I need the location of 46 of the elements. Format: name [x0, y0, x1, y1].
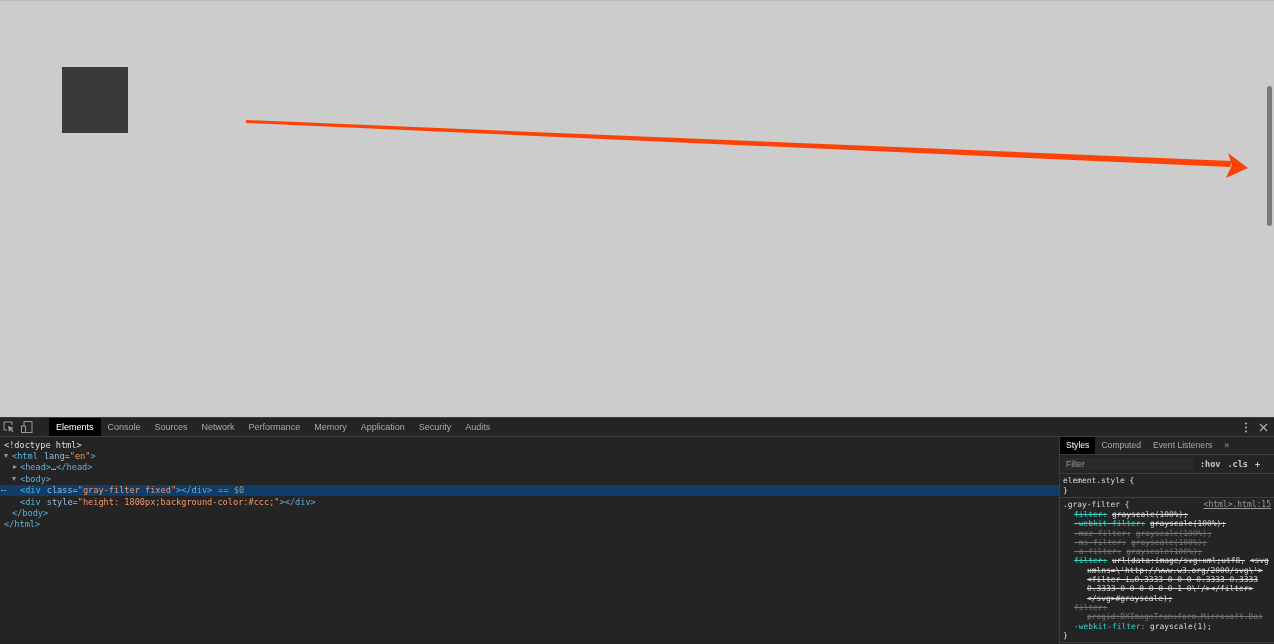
panel-tab[interactable]: Application	[353, 418, 412, 436]
toolbar-button[interactable]: +	[1254, 459, 1261, 469]
panel-tab[interactable]: Sources	[147, 418, 195, 436]
panel-tab[interactable]: Security	[411, 418, 459, 436]
markup-text: <!doctype html>	[4, 439, 82, 450]
scrollbar-thumb[interactable]	[1267, 86, 1272, 226]
ellipsis-icon	[1, 489, 6, 492]
dark-square	[62, 67, 128, 133]
selected-row[interactable]: <div class="gray-filter fixed"></div> == $0	[0, 484, 1059, 496]
tag-name: ></div>	[279, 496, 316, 507]
close-icon[interactable]	[1259, 422, 1268, 432]
toolbar-button[interactable]: .cls	[1227, 459, 1248, 469]
inspect-icon[interactable]	[3, 421, 15, 433]
tag-name: >	[90, 451, 96, 462]
sidebar-tab[interactable]: Computed	[1095, 437, 1148, 454]
filter-field[interactable]: Filter	[1063, 458, 1193, 470]
attribute-name: class=	[46, 485, 78, 496]
attribute-value: "en"	[69, 451, 91, 462]
menu-icon[interactable]	[1244, 421, 1248, 433]
attribute-name: style=	[46, 496, 78, 507]
panel-tab[interactable]: Performance	[241, 418, 308, 436]
panel-tab[interactable]: Network	[194, 418, 242, 436]
tag-name: </body>	[12, 508, 49, 519]
markup-text: …	[51, 462, 57, 473]
sidebar-tab[interactable]: Styles	[1060, 437, 1096, 454]
device-icon[interactable]	[21, 421, 33, 433]
toolbar-button[interactable]: :hov	[1200, 459, 1221, 469]
attribute-value: "gray-filter fixed"	[77, 485, 177, 496]
panel-tab[interactable]: Elements	[49, 418, 101, 436]
attribute-value: "height: 1800px;background-color:#ccc;"	[77, 496, 280, 507]
tag-name: </html>	[4, 519, 41, 530]
tag-name: <body>	[20, 473, 52, 484]
sidebar-tab[interactable]: »	[1218, 437, 1236, 454]
tag-name: <html	[12, 451, 38, 462]
panel-tab[interactable]: Memory	[307, 418, 354, 436]
tag-name: <div	[20, 496, 41, 507]
tag-name: <head>	[20, 462, 52, 473]
attribute-name: lang=	[43, 451, 70, 462]
tag-name: <div	[20, 485, 41, 496]
panel-tab[interactable]: Audits	[458, 418, 498, 436]
selection-marker: == $0	[218, 485, 245, 496]
tag-name: ></div>	[176, 485, 213, 496]
source-link[interactable]: <html>.html:15	[1203, 500, 1271, 510]
panel-tab[interactable]: Console	[100, 418, 148, 436]
tag-name: </head>	[56, 462, 93, 473]
sidebar-tab[interactable]: Event Listeners	[1147, 437, 1219, 454]
